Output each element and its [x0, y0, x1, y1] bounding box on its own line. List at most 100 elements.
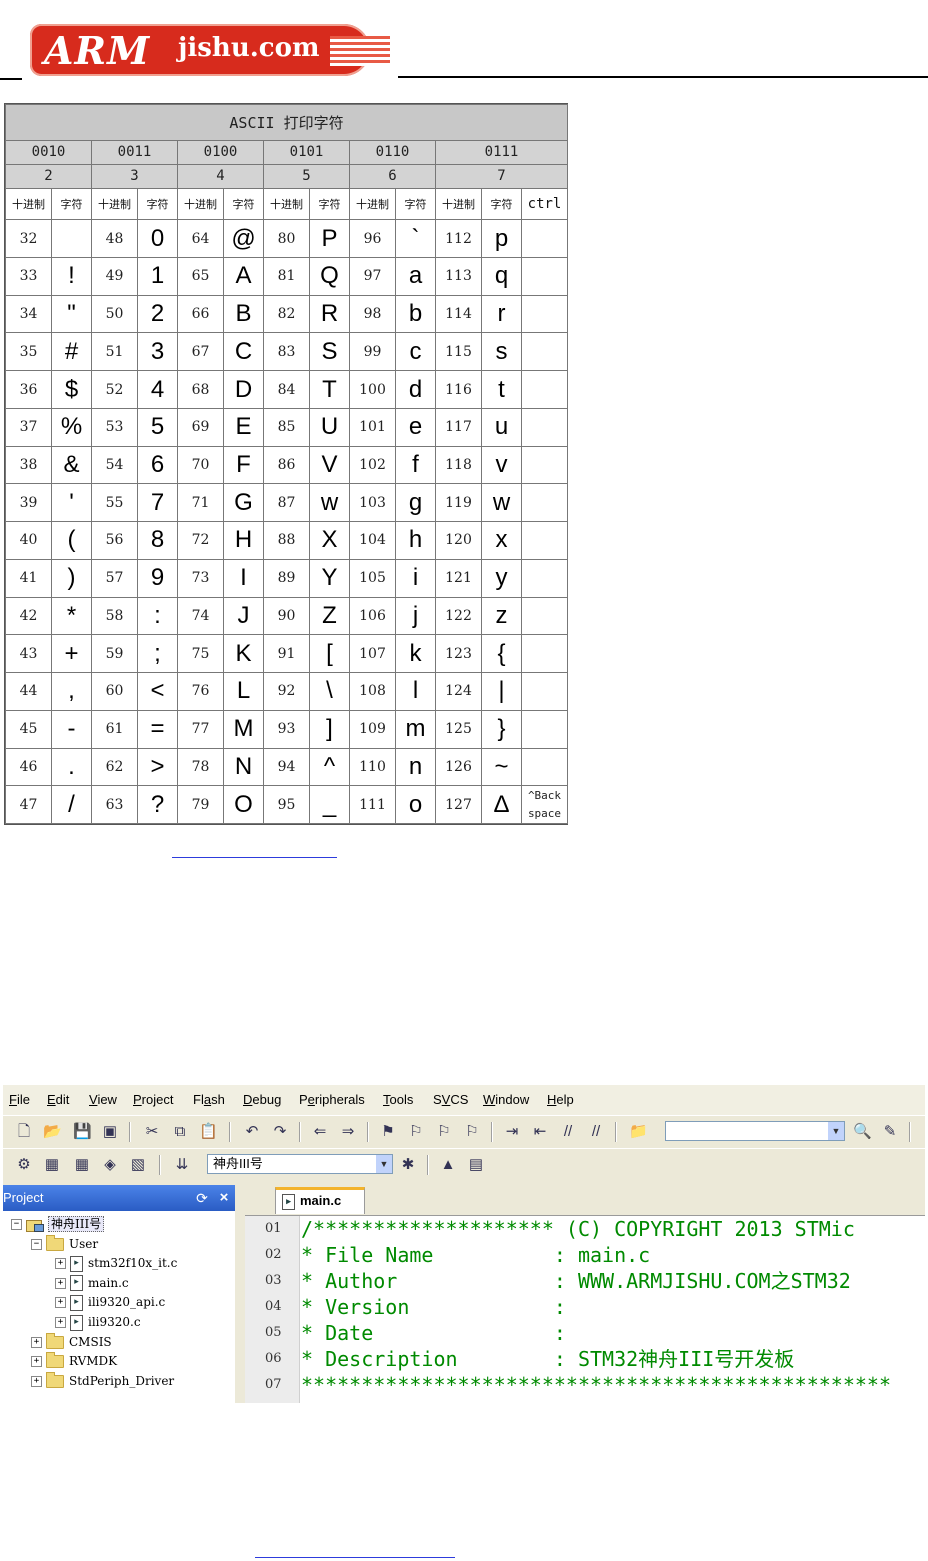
decimal-column-header: 十进制 [5, 187, 52, 221]
tree-item[interactable]: + ▸ main.c [55, 1274, 129, 1292]
ctrl-cell [520, 407, 569, 447]
table-row: 37% 53 5 69 E 85 U 101 e 117 u [5, 407, 569, 447]
panel-splitter[interactable] [235, 1185, 245, 1403]
incremental-find-icon[interactable]: ✎ [881, 1123, 899, 1141]
tree-item[interactable]: + ▸ ili9320.c [55, 1313, 141, 1331]
tree-item[interactable]: + StdPeriph_Driver [31, 1371, 174, 1390]
decimal-code-cell: 98 [349, 294, 396, 334]
collapse-icon[interactable]: − [31, 1238, 42, 1250]
binary-group-header: 0111 [434, 139, 569, 166]
load-download-icon[interactable]: ⇊ [173, 1156, 191, 1174]
expand-icon[interactable]: + [31, 1375, 42, 1387]
decimal-code-cell: 121 [435, 558, 482, 598]
hex-group-header: 3 [91, 164, 178, 189]
expand-icon[interactable]: + [55, 1258, 66, 1270]
undo-icon[interactable]: ↶ [243, 1123, 261, 1141]
prev-bookmark-icon[interactable]: ⚐ [407, 1123, 425, 1141]
save-all-icon[interactable]: ▣ [101, 1123, 119, 1141]
table-row: 34 " 50 2 66 B 82 R 98 b 114 r [5, 294, 569, 334]
decimal-code-cell: 59 [91, 634, 138, 674]
save-icon[interactable]: 💾 [73, 1123, 92, 1141]
menu-view[interactable]: View [89, 1092, 117, 1107]
menu-help[interactable]: Help [547, 1092, 574, 1107]
manage-components-icon[interactable]: ▲ [439, 1156, 457, 1174]
character-cell: 0 [137, 219, 178, 258]
link-underline-1 [172, 857, 337, 858]
tree-item[interactable]: − 神舟III号 [11, 1215, 105, 1233]
stop-build-icon[interactable]: ▧ [129, 1156, 147, 1174]
character-cell: - [51, 709, 92, 749]
batch-build-icon[interactable]: ◈ [101, 1156, 119, 1174]
clear-bookmarks-icon[interactable]: ⚐ [463, 1123, 481, 1141]
tree-item[interactable]: + RVMDK [31, 1352, 117, 1370]
target-options-icon[interactable]: ✱ [399, 1156, 417, 1174]
menu-tools[interactable]: Tools [383, 1092, 413, 1107]
target-select[interactable]: 神舟III号 ▼ [207, 1154, 393, 1174]
decimal-code-cell: 79 [177, 785, 224, 824]
decimal-column-header: 十进制 [435, 187, 482, 221]
uncomment-icon[interactable]: // [587, 1123, 605, 1141]
find-in-files-icon[interactable]: 📁 [629, 1123, 648, 1141]
character-cell: x [481, 521, 522, 560]
expand-icon[interactable]: + [55, 1297, 66, 1309]
code-line: 04 * Version : [245, 1294, 925, 1320]
indent-icon[interactable]: ⇥ [503, 1123, 521, 1141]
menu-flash[interactable]: Flash [193, 1092, 225, 1107]
decimal-code-cell: 115 [435, 332, 482, 372]
close-icon[interactable]: × [215, 1189, 233, 1207]
line-number: 01 [265, 1221, 282, 1236]
menu-project[interactable]: Project [133, 1092, 173, 1107]
unindent-icon[interactable]: ⇤ [531, 1123, 549, 1141]
character-cell: . [51, 747, 92, 787]
copy-icon[interactable]: ⧉ [171, 1123, 189, 1141]
menu-debug[interactable]: Debug [243, 1092, 281, 1107]
tree-item[interactable]: + ▸ ili9320_api.c [55, 1293, 165, 1311]
nav-back-icon[interactable]: ⇐ [311, 1123, 329, 1141]
code-editor[interactable]: 01 /******************** (C) COPYRIGHT 20… [245, 1215, 925, 1403]
tab-main-c[interactable]: ▸ main.c [275, 1187, 365, 1214]
expand-icon[interactable]: + [31, 1356, 42, 1368]
tree-item[interactable]: + CMSIS [31, 1332, 112, 1351]
ctrl-column-header: ctrl [520, 187, 569, 221]
find-combo[interactable]: ▼ [665, 1121, 845, 1141]
menu-file[interactable]: File [9, 1092, 30, 1107]
menu-window[interactable]: Window [483, 1092, 529, 1107]
decimal-column-header: 十进制 [349, 187, 396, 221]
comment-icon[interactable]: // [559, 1123, 577, 1141]
collapse-icon[interactable]: − [11, 1219, 22, 1230]
new-file-icon[interactable]: 🗋 [15, 1123, 33, 1141]
nav-forward-icon[interactable]: ⇒ [339, 1123, 357, 1141]
translate-icon[interactable]: ⚙ [15, 1156, 33, 1174]
bookmark-icon[interactable]: ⚑ [379, 1123, 397, 1141]
decimal-code-cell: 94 [263, 747, 310, 787]
expand-icon[interactable]: + [31, 1336, 42, 1348]
find-icon[interactable]: 🔍 [853, 1123, 872, 1141]
tree-item[interactable]: + ▸ stm32f10x_it.c [55, 1254, 177, 1272]
select-packs-icon[interactable]: ▤ [467, 1156, 485, 1174]
build-icon[interactable]: ▦ [43, 1156, 61, 1174]
character-cell: = [137, 709, 178, 749]
menu-edit[interactable]: Edit [47, 1092, 69, 1107]
menu-svcs[interactable]: SVCS [433, 1092, 468, 1107]
redo-icon[interactable]: ↷ [271, 1123, 289, 1141]
next-bookmark-icon[interactable]: ⚐ [435, 1123, 453, 1141]
ctrl-cell [520, 256, 569, 296]
decimal-code-cell: 122 [435, 596, 482, 636]
cut-icon[interactable]: ✂ [143, 1123, 161, 1141]
paste-icon[interactable]: 📋 [199, 1123, 218, 1141]
decimal-code-cell: 113 [435, 256, 482, 296]
chevron-down-icon[interactable]: ▼ [376, 1155, 392, 1173]
open-folder-icon[interactable]: 📂 [43, 1123, 62, 1141]
tree-item[interactable]: − User [31, 1234, 98, 1253]
decimal-code-cell: 99 [349, 332, 396, 372]
rebuild-icon[interactable]: ▦ [73, 1156, 91, 1174]
decimal-code-cell: 53 [91, 407, 138, 447]
expand-icon[interactable]: + [55, 1317, 66, 1328]
expand-icon[interactable]: + [55, 1277, 66, 1289]
menu-peripherals[interactable]: Peripherals [299, 1092, 365, 1107]
decimal-code-cell: 52 [91, 370, 138, 409]
character-cell: / [51, 785, 92, 824]
chevron-down-icon[interactable]: ▼ [828, 1122, 844, 1140]
pin-icon[interactable]: ⟳ [193, 1189, 211, 1207]
table-row: 45-61 = 77 M 93] 109 m 125} [5, 709, 569, 749]
